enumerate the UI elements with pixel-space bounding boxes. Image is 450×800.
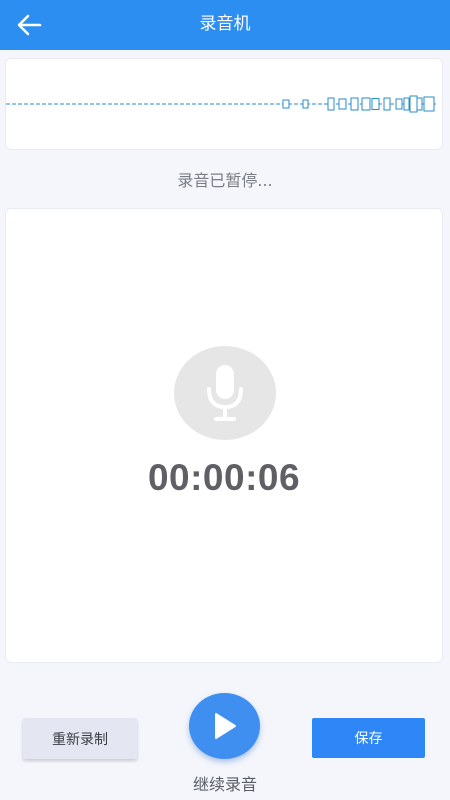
- waveform-bar: [282, 99, 290, 109]
- waveform-bar: [383, 97, 391, 111]
- mic-badge: [174, 346, 276, 440]
- waveform-panel: [5, 58, 443, 150]
- waveform-bar: [327, 97, 335, 111]
- waveform-bar: [350, 97, 359, 111]
- waveform-bar: [416, 97, 423, 111]
- waveform-bar: [361, 97, 371, 111]
- waveform-bar: [409, 95, 418, 113]
- recorder-panel: 00:00:06: [5, 208, 443, 663]
- recording-status: 录音已暂停...: [177, 171, 273, 190]
- resume-record-label: 继续录音: [192, 775, 257, 794]
- save-button[interactable]: 保存: [312, 718, 425, 758]
- resume-record-button[interactable]: [189, 693, 260, 759]
- recording-timer: 00:00:06: [147, 457, 301, 498]
- rerecord-button[interactable]: 重新录制: [23, 718, 137, 759]
- page-title: 录音机: [199, 14, 251, 34]
- waveform-bar: [423, 96, 435, 112]
- waveform-bar: [403, 97, 410, 111]
- play-icon: [214, 713, 236, 739]
- waveform-bar: [395, 98, 403, 110]
- top-bar: 录音机: [0, 0, 450, 50]
- microphone-icon: [207, 365, 243, 421]
- waveform-bar: [302, 99, 309, 109]
- waveform-bar: [371, 98, 380, 110]
- waveform: [6, 95, 436, 113]
- waveform-bar: [338, 98, 347, 110]
